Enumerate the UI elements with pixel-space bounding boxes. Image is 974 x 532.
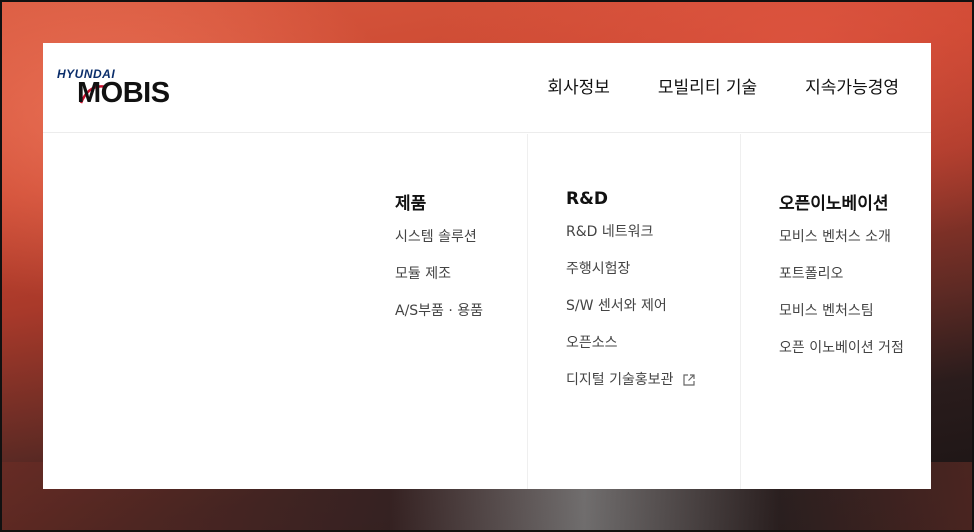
menu-column-products: 제품 시스템 솔루션 모듈 제조 A/S부품 · 용품 bbox=[395, 189, 483, 338]
menu-column-open-innovation: 오픈이노베이션 모비스 벤처스 소개 포트폴리오 모비스 벤처스팀 오픈 이노베… bbox=[779, 189, 904, 375]
column-title-open-innovation: 오픈이노베이션 bbox=[779, 194, 889, 214]
menu-item-innovation-hub[interactable]: 오픈 이노베이션 거점 bbox=[779, 338, 904, 375]
hyundai-mobis-logo[interactable]: HYUNDAI MOBIS bbox=[57, 67, 187, 113]
menu-item-open-source[interactable]: 오픈소스 bbox=[566, 333, 696, 370]
column-divider bbox=[527, 134, 528, 489]
nav-item-company[interactable]: 회사정보 bbox=[547, 73, 610, 98]
menu-item-rnd-network[interactable]: R&D 네트워크 bbox=[566, 222, 696, 259]
menu-item-digital-showroom[interactable]: 디지털 기술홍보관 bbox=[566, 370, 696, 407]
mega-menu-panel: HYUNDAI MOBIS 회사정보 모빌리티 기술 지속가능경영 제품 시스템… bbox=[43, 43, 931, 489]
menu-item-module-manufacturing[interactable]: 모듈 제조 bbox=[395, 264, 483, 301]
menu-column-rnd: R&D R&D 네트워크 주행시험장 S/W 센서와 제어 오픈소스 디지털 기… bbox=[566, 189, 696, 407]
column-title-products: 제품 bbox=[395, 194, 427, 214]
header: HYUNDAI MOBIS 회사정보 모빌리티 기술 지속가능경영 bbox=[43, 43, 931, 133]
menu-item-sw-sensor-control[interactable]: S/W 센서와 제어 bbox=[566, 296, 696, 333]
menu-item-ventures-team[interactable]: 모비스 벤처스팀 bbox=[779, 301, 904, 338]
menu-item-system-solution[interactable]: 시스템 솔루션 bbox=[395, 227, 483, 264]
main-nav: 회사정보 모빌리티 기술 지속가능경영 bbox=[547, 73, 899, 98]
nav-item-mobility-tech[interactable]: 모빌리티 기술 bbox=[658, 73, 757, 98]
menu-item-portfolio[interactable]: 포트폴리오 bbox=[779, 264, 904, 301]
column-title-rnd: R&D bbox=[566, 189, 609, 209]
logo-brand-main: MOBIS bbox=[77, 77, 170, 109]
menu-item-proving-ground[interactable]: 주행시험장 bbox=[566, 259, 696, 296]
menu-item-label: 디지털 기술홍보관 bbox=[566, 372, 674, 388]
menu-item-mobis-ventures[interactable]: 모비스 벤처스 소개 bbox=[779, 227, 904, 264]
menu-item-as-parts[interactable]: A/S부품 · 용품 bbox=[395, 301, 483, 338]
external-link-icon bbox=[682, 374, 695, 386]
nav-item-sustainability[interactable]: 지속가능경영 bbox=[805, 73, 899, 98]
column-divider bbox=[740, 134, 741, 489]
